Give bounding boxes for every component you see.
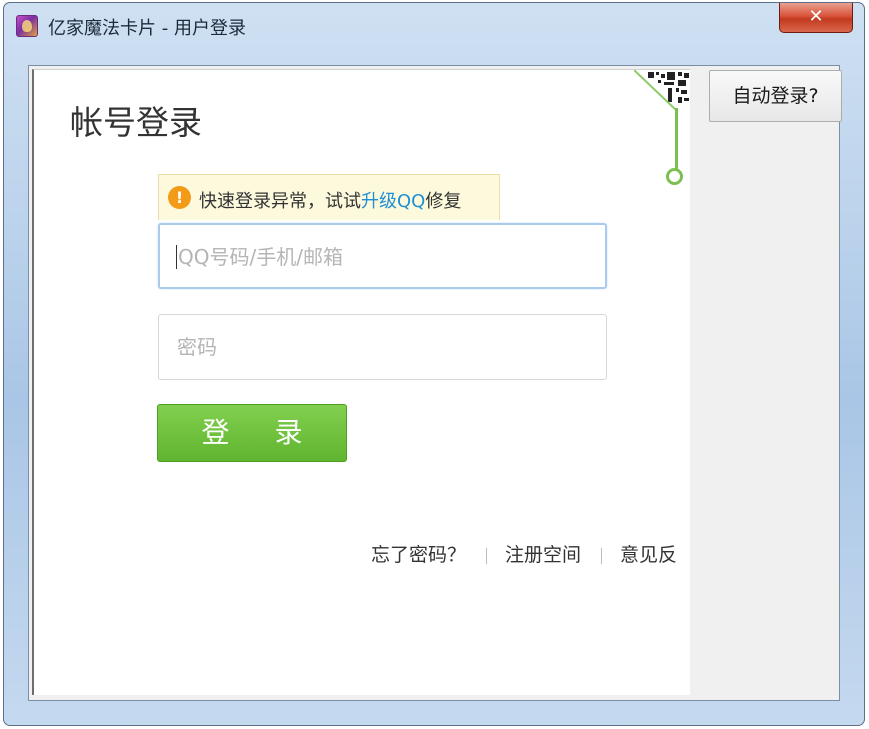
close-icon: ✕ — [808, 6, 824, 27]
auto-login-button[interactable]: 自动登录? — [709, 70, 842, 122]
window-title: 亿家魔法卡片 - 用户登录 — [48, 18, 246, 39]
login-button[interactable]: 登 录 — [157, 404, 347, 462]
login-panel: 帐号登录 ! 快速登录异常，试试升级QQ修复 QQ号码/手机/邮箱 密码 登 录… — [32, 69, 690, 695]
warning-text: 快速登录异常，试试升级QQ修复 — [199, 187, 461, 213]
warning-suffix: 修复 — [425, 191, 462, 212]
upgrade-qq-link[interactable]: 升级QQ — [361, 191, 425, 212]
feedback-link[interactable]: 意见反 — [620, 544, 677, 566]
forgot-password-link[interactable]: 忘了密码？ — [371, 544, 466, 566]
close-button[interactable]: ✕ — [779, 3, 853, 33]
footer-links: 忘了密码？ 注册空间 意见反 — [371, 540, 677, 567]
text-cursor — [176, 244, 177, 269]
password-input[interactable]: 密码 — [158, 314, 607, 380]
link-divider — [601, 547, 603, 564]
account-placeholder: QQ号码/手机/邮箱 — [178, 245, 343, 269]
app-logo-icon — [16, 15, 38, 37]
quick-login-warning: ! 快速登录异常，试试升级QQ修复 — [158, 174, 500, 220]
client-area: 帐号登录 ! 快速登录异常，试试升级QQ修复 QQ号码/手机/邮箱 密码 登 录… — [28, 65, 842, 701]
login-window: 亿家魔法卡片 - 用户登录 ✕ 帐号登录 ! 快速登录异常，试试升级QQ修复 Q… — [3, 2, 865, 726]
password-placeholder: 密码 — [177, 335, 217, 359]
link-divider — [486, 547, 488, 564]
qr-guide-line — [675, 108, 678, 170]
register-link[interactable]: 注册空间 — [505, 544, 581, 566]
warning-prefix: 快速登录异常，试试 — [199, 191, 361, 212]
qr-code-icon[interactable] — [634, 70, 690, 110]
qr-guide-dot — [666, 168, 683, 185]
page-title: 帐号登录 — [70, 103, 202, 142]
title-bar[interactable]: 亿家魔法卡片 - 用户登录 ✕ — [4, 3, 864, 48]
warning-icon: ! — [168, 186, 191, 209]
account-input[interactable]: QQ号码/手机/邮箱 — [158, 223, 607, 289]
